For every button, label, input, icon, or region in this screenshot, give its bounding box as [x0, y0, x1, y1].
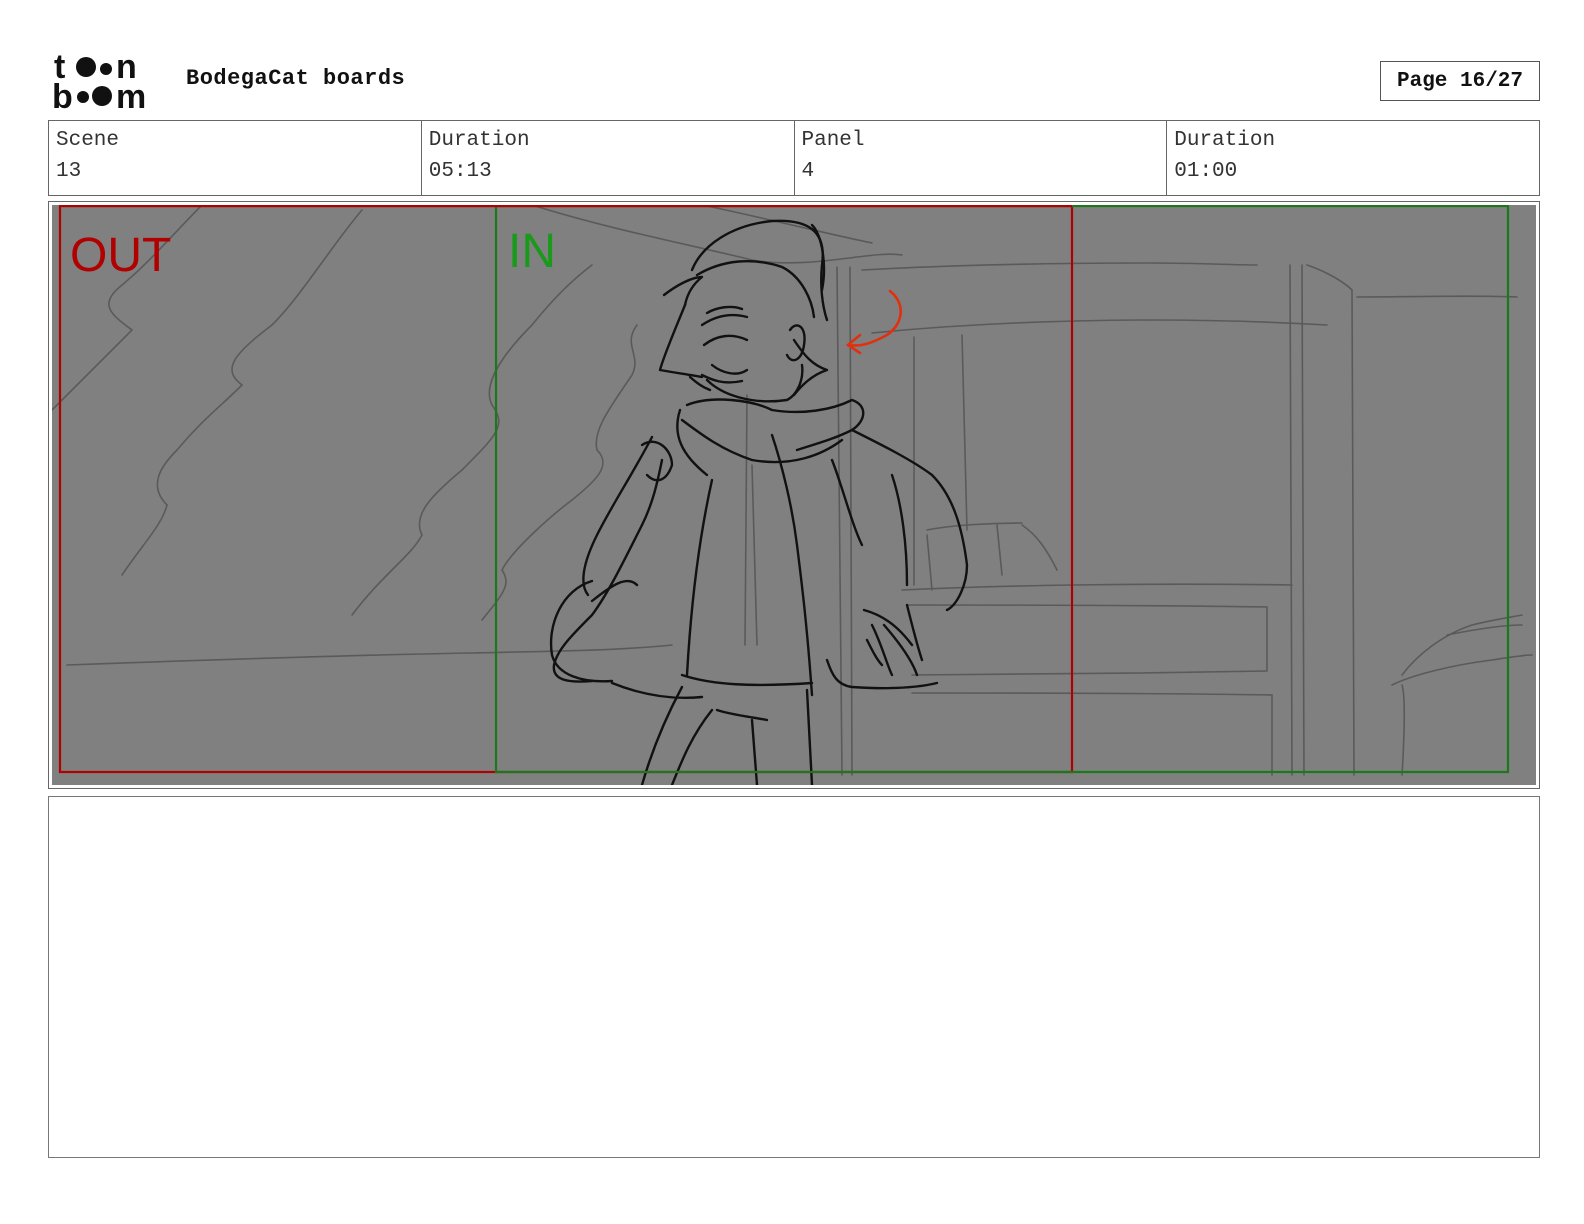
- toon-boom-logo: t n b m: [52, 48, 164, 116]
- page-indicator: Page 16/27: [1380, 61, 1540, 101]
- in-frame-label: IN: [508, 225, 556, 278]
- scene-duration-value: 05:13: [428, 160, 492, 183]
- out-frame-label: OUT: [70, 229, 171, 282]
- storyboard-panel-drawing: OUT IN: [52, 205, 1536, 785]
- scene-duration-cell: Duration 05:13: [422, 121, 795, 195]
- scene-info-table: Scene 13 Duration 05:13 Panel 4 Duration…: [48, 120, 1540, 196]
- panel-notes-box[interactable]: [48, 796, 1540, 1158]
- svg-text:b: b: [52, 78, 73, 112]
- panel-cell: Panel 4: [795, 121, 1168, 195]
- scene-cell: Scene 13: [49, 121, 422, 195]
- scene-duration-label: Duration: [428, 129, 530, 152]
- panel-value: 4: [801, 160, 815, 183]
- document-title: BodegaCat boards: [186, 66, 406, 91]
- scene-value: 13: [56, 160, 82, 183]
- panel-duration-value: 01:00: [1174, 160, 1238, 183]
- panel-label: Panel: [801, 129, 865, 152]
- scene-label: Scene: [56, 129, 120, 152]
- panel-duration-label: Duration: [1174, 129, 1276, 152]
- panel-duration-cell: Duration 01:00: [1167, 121, 1539, 195]
- svg-text:m: m: [116, 78, 146, 112]
